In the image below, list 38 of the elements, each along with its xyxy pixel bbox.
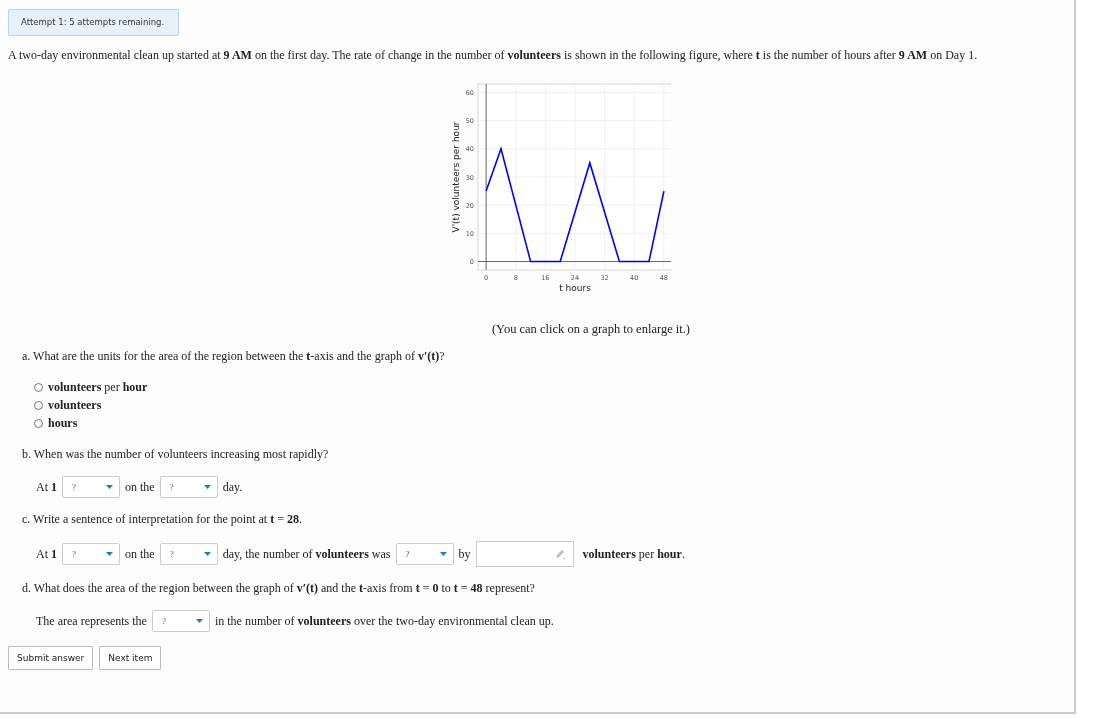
problem-statement: A two-day environmental clean up started at 9 AM on the first day. The rate of change in the number of volunteers is shown in the following figure, where t is the number of hours after 9 AM on Day 1. xyxy=(8,48,979,63)
question-prompt: a. What are the units for the area of the region between the t-axis and the graph of v′(t)? xyxy=(22,349,446,364)
answer-text: by xyxy=(458,546,471,562)
choice-label[interactable]: volunteers xyxy=(48,398,102,413)
answer-field[interactable] xyxy=(475,541,574,567)
figure-caption: (You can click on a graph to enlarge it.) xyxy=(490,322,692,337)
choice-label[interactable]: volunteers per hour xyxy=(48,380,148,395)
caret-icon xyxy=(203,485,211,489)
answer-text: The area represents the xyxy=(36,613,147,629)
caret-icon xyxy=(439,552,447,556)
x-axis-label: t hours xyxy=(559,283,591,293)
answer-text: on the xyxy=(125,546,155,562)
caret-icon xyxy=(106,552,113,556)
attempt-banner: Attempt 1: 5 attempts remaining. xyxy=(8,9,180,36)
dropdown[interactable]: ? xyxy=(62,543,120,565)
choice-label[interactable]: hours xyxy=(48,416,78,431)
answer-text: in the number of volunteers over the two-day environmental clean up. xyxy=(214,613,554,629)
dropdown[interactable]: ? xyxy=(62,476,120,498)
caret-icon xyxy=(195,619,203,623)
question-prompt: c. Write a sentence of interpretation for the point at t = 28. xyxy=(22,512,303,527)
question-prompt: d. What does the area of the region between the graph of v′(t) and the t-axis from t = 0 to t = 48 represent? xyxy=(22,581,536,596)
dropdown[interactable]: ? xyxy=(395,543,454,565)
caret-icon xyxy=(203,552,211,556)
answer-text: At 1 xyxy=(36,479,57,495)
answer-text: on the xyxy=(125,479,155,495)
action-button[interactable]: Submit answer xyxy=(8,646,94,670)
dropdown[interactable]: ? xyxy=(159,543,218,565)
dropdown[interactable]: ? xyxy=(159,476,218,498)
answer-text: volunteers per hour. xyxy=(582,546,685,562)
action-button[interactable]: Next item xyxy=(99,646,162,670)
question-prompt: b. When was the number of volunteers increasing most rapidly? xyxy=(22,447,330,462)
pencil-icon xyxy=(554,548,567,560)
answer-text: day, the number of volunteers was xyxy=(222,546,391,562)
answer-text: day. xyxy=(222,479,243,495)
dropdown[interactable]: ? xyxy=(151,610,210,632)
answer-text: At 1 xyxy=(36,546,57,562)
caret-icon xyxy=(106,485,113,489)
y-axis-label: V'(t) volunteers per hour xyxy=(451,121,461,233)
